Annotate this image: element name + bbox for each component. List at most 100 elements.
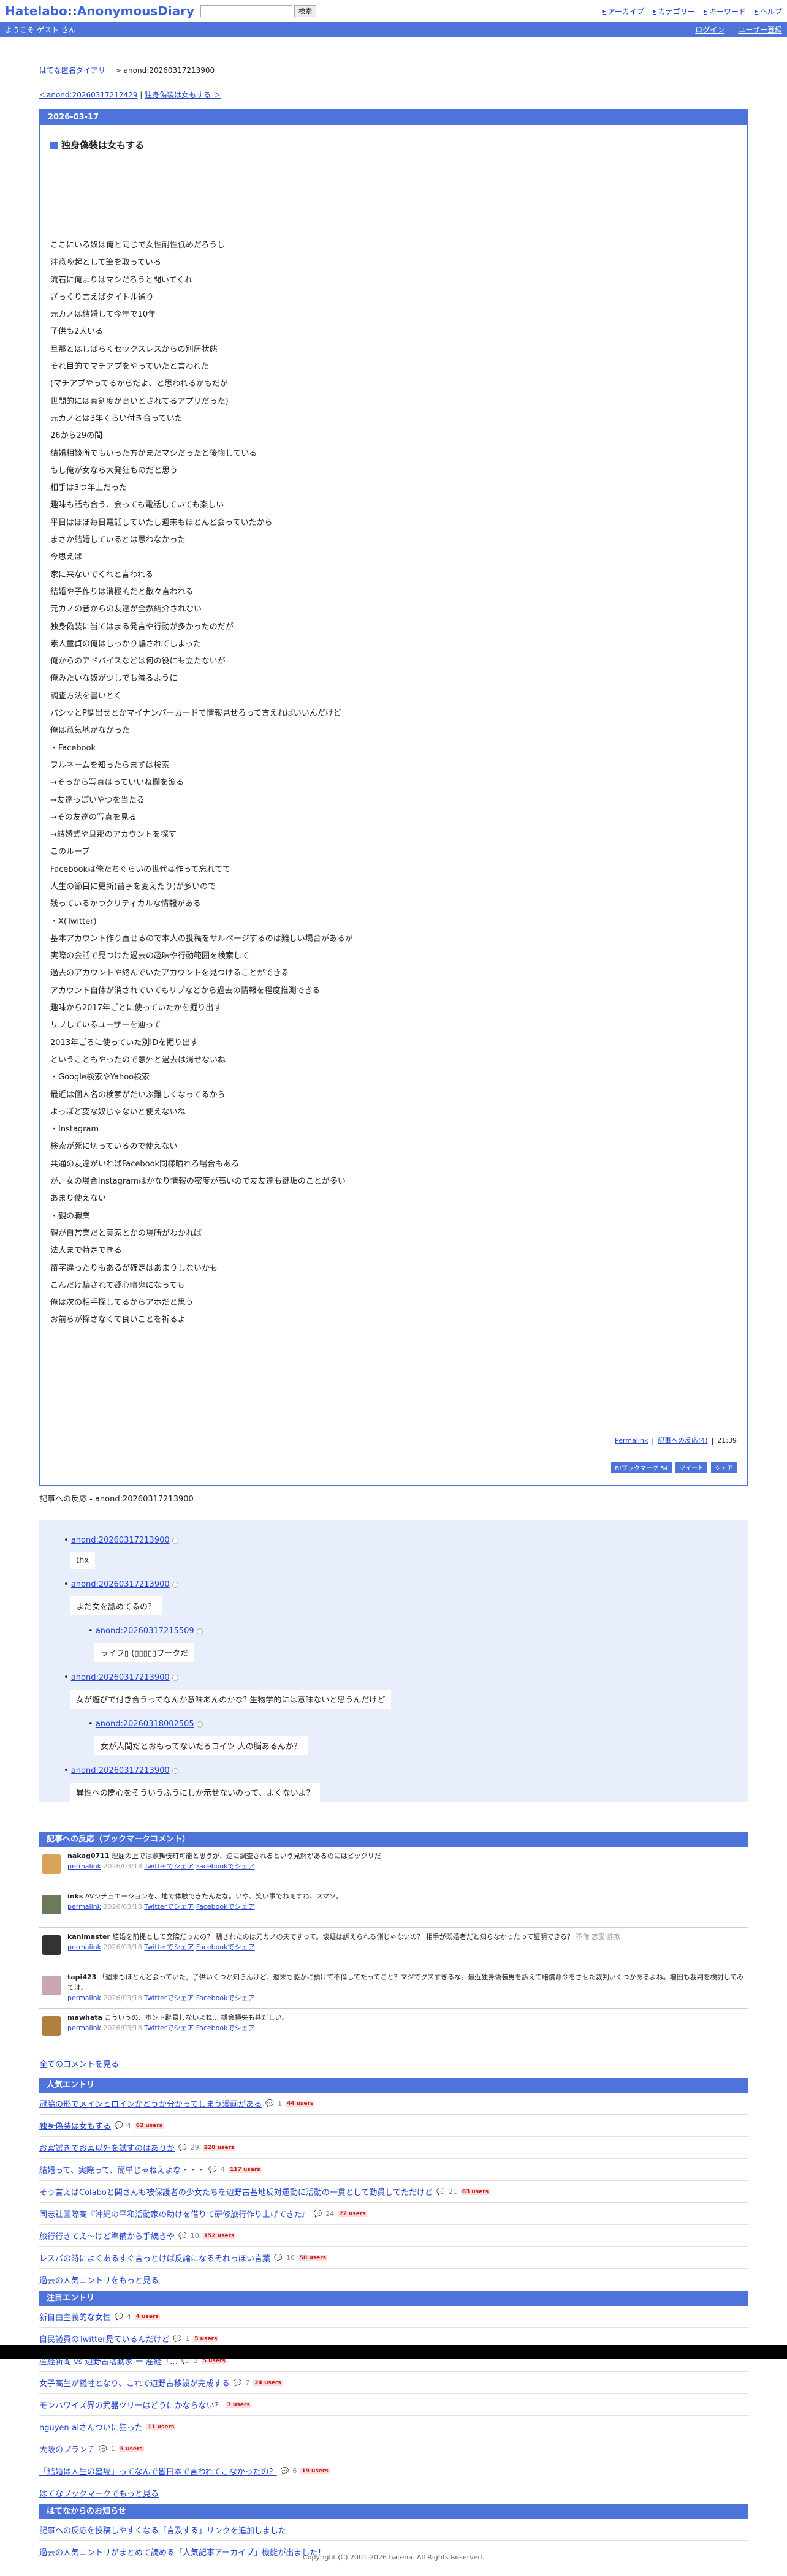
reaction-child: • anond:20260317215509 ライフ▯ (▯▯▯▯▯ワークだ xyxy=(88,1626,748,1662)
entry-link[interactable]: お宮試きでお宮以外を試すのはありか xyxy=(39,2142,175,2153)
reaction-link[interactable]: anond:20260317213900 xyxy=(71,1536,170,1545)
next-entry-link[interactable]: 独身偽装は女もする ＞ xyxy=(145,91,221,99)
users-count[interactable]: 4 users xyxy=(134,2313,160,2320)
users-count[interactable]: 152 users xyxy=(202,2232,236,2239)
reaction-bubble-wrap: 女が人間だとおもってないだろコイツ 人の脳あるんか？ xyxy=(88,1729,748,1755)
expand-icon[interactable] xyxy=(172,1581,178,1588)
entry-link[interactable]: そう言えばColaboと関さんも被保護者の少女たちを辺野古基地反対運動に活動の一… xyxy=(39,2186,433,2197)
breadcrumb-current: anond:20260317213900 xyxy=(123,66,215,75)
avatar[interactable] xyxy=(42,2016,61,2036)
users-count[interactable]: 5 users xyxy=(118,2446,144,2452)
bookmark-user[interactable]: kanimaster xyxy=(67,1933,110,1941)
users-count[interactable]: 5 users xyxy=(193,2335,219,2342)
entry-link[interactable]: モンハワイズ界の武器ツリーはどうにかならない？ xyxy=(39,2399,222,2411)
expand-icon[interactable] xyxy=(196,1721,203,1728)
twitter-share-link[interactable]: Twitterでシェア xyxy=(144,1862,194,1870)
popular-more-link[interactable]: 過去の人気エントリをもっと見る xyxy=(39,2274,159,2286)
reaction-link[interactable]: anond:20260317213900 xyxy=(71,1580,170,1589)
nav-category[interactable]: ▸ カテゴリー xyxy=(653,6,695,17)
search-button[interactable]: 検索 xyxy=(294,5,317,17)
register-link[interactable]: ユーザー登録 xyxy=(738,25,782,35)
reaction-link[interactable]: anond:20260317213900 xyxy=(71,1766,170,1775)
bookmark-user[interactable]: inks xyxy=(67,1892,83,1900)
entry-link[interactable]: 同志社国際高『沖縄の平和活動家の助けを借りて研修旅行作り上げてきた』 xyxy=(39,2208,310,2219)
twitter-share-link[interactable]: Twitterでシェア xyxy=(144,1943,194,1951)
users-count[interactable]: 7 users xyxy=(226,2401,251,2408)
prev-entry-link[interactable]: ＜anond:20260317212429 xyxy=(39,91,137,99)
entry-link[interactable]: 結婚って、実際って、簡単じゃねえよな・・・ xyxy=(39,2164,205,2175)
entry-row: モンハワイズ界の武器ツリーはどうにかならない？ 7 users xyxy=(39,2394,748,2416)
article-line: ということもやったので意外と過去は消せないね xyxy=(50,1055,226,1065)
avatar[interactable] xyxy=(42,1854,61,1874)
nav-keyword[interactable]: ▸ キーワード xyxy=(704,6,746,17)
users-count[interactable]: 24 users xyxy=(253,2379,283,2386)
entry-link[interactable]: 「結婚は人生の墓場」ってなんで皆日本で言われてこなかったの？ xyxy=(39,2465,277,2477)
entry-link[interactable]: 旅行行きてえ〜けど準備から手続きや xyxy=(39,2230,175,2242)
bookmark-user[interactable]: mawhata xyxy=(67,2014,102,2022)
bookmark-comment: nakag0711 理屈の上では歌舞伎町可能と思うが、逆に調査されるという見解が… xyxy=(39,1847,748,1887)
bookmark-user[interactable]: nakag0711 xyxy=(67,1852,109,1860)
bookmark-permalink[interactable]: permalink xyxy=(67,1862,101,1870)
login-link[interactable]: ログイン xyxy=(695,25,724,35)
users-count[interactable]: 117 users xyxy=(229,2166,262,2173)
facebook-share-link[interactable]: Facebookでシェア xyxy=(196,1903,255,1911)
facebook-share-link[interactable]: Facebookでシェア xyxy=(196,2024,255,2032)
users-count[interactable]: 228 users xyxy=(202,2144,236,2151)
hatena-bookmark-button[interactable]: B!ブックマーク 54 xyxy=(611,1462,672,1473)
twitter-share-link[interactable]: Twitterでシェア xyxy=(144,2024,194,2032)
popular-entries: 冠脇の形でメインヒロインかどうか分かってしまう漫画がある 💬 1 44 users 独身… xyxy=(39,2093,748,2269)
entry-link[interactable]: 冠脇の形でメインヒロインかどうか分かってしまう漫画がある xyxy=(39,2098,262,2109)
article-line: 26から29の間 xyxy=(50,431,103,441)
reaction-item: • anond:20260317213900 異性への関心をそういうふうにしか示せ… xyxy=(64,1766,748,1802)
users-count[interactable]: 19 users xyxy=(300,2468,330,2474)
site-logo[interactable]: Hatelabo::AnonymousDiary xyxy=(5,4,194,18)
permalink-link[interactable]: Permalink xyxy=(615,1437,648,1445)
hot-more-link[interactable]: はてなブックマークでもっと見る xyxy=(39,2487,159,2499)
reaction-child-link[interactable]: anond:20260317215509 xyxy=(96,1626,194,1636)
entry-link[interactable]: レスバの時によくあるすぐ言っとけば反論になるそれっぽい言葉 xyxy=(39,2252,270,2264)
expand-icon[interactable] xyxy=(172,1674,178,1681)
users-count[interactable]: 72 users xyxy=(338,2210,367,2217)
users-count[interactable]: 11 users xyxy=(146,2423,176,2430)
twitter-share-link[interactable]: Twitterでシェア xyxy=(144,1994,194,2002)
avatar[interactable] xyxy=(42,1895,61,1914)
avatar[interactable] xyxy=(42,1935,61,1955)
entry-link[interactable]: 自民議員のTwitter見ているんだけど xyxy=(39,2333,170,2344)
bookmark-user[interactable]: tapi423 xyxy=(67,1973,96,1981)
entry-link[interactable]: 新自由主義的な女性 xyxy=(39,2311,111,2322)
bookmark-permalink[interactable]: permalink xyxy=(67,1903,101,1911)
nav-archive[interactable]: ▸ アーカイブ xyxy=(603,6,644,17)
expand-icon[interactable] xyxy=(172,1767,178,1774)
users-count[interactable]: 44 users xyxy=(286,2100,315,2107)
nav-help[interactable]: ▸ ヘルプ xyxy=(755,6,782,17)
reaction-child-link[interactable]: anond:20260318002505 xyxy=(96,1720,194,1729)
entry-link[interactable]: 女子高生が犠牲となり、これで辺野古移設が完成する xyxy=(39,2377,230,2389)
users-count[interactable]: 5 users xyxy=(201,2357,227,2364)
facebook-share-link[interactable]: Facebookでシェア xyxy=(196,1862,255,1870)
facebook-share-button[interactable]: シェア xyxy=(711,1462,737,1473)
footer-sep: | xyxy=(652,1436,654,1445)
expand-icon[interactable] xyxy=(196,1628,203,1634)
reaction-link[interactable]: 記事への反応(4) xyxy=(658,1435,708,1445)
entry-link[interactable]: nguyen-aiさんついに狂った xyxy=(39,2421,143,2433)
expand-icon[interactable] xyxy=(172,1537,178,1544)
facebook-share-link[interactable]: Facebookでシェア xyxy=(196,1994,255,2002)
entry-link[interactable]: 独身偽装は女もする xyxy=(39,2120,111,2131)
breadcrumb-home[interactable]: はてな匿名ダイアリー xyxy=(39,66,113,75)
notice-item[interactable]: 記事への反応を投稿しやすくなる「言及する」リンクを追加しました xyxy=(39,2524,286,2536)
entry-link[interactable]: 大阪のプランチ xyxy=(39,2443,95,2455)
bookmark-permalink[interactable]: permalink xyxy=(67,2024,101,2032)
article-time: 21:39 xyxy=(717,1436,737,1445)
avatar[interactable] xyxy=(42,1976,61,1995)
bookmark-permalink[interactable]: permalink xyxy=(67,1994,101,2002)
users-count[interactable]: 62 users xyxy=(134,2122,164,2129)
bookmark-permalink[interactable]: permalink xyxy=(67,1943,101,1951)
twitter-share-link[interactable]: Twitterでシェア xyxy=(144,1903,194,1911)
users-count[interactable]: 63 users xyxy=(460,2188,490,2195)
all-comments-link[interactable]: 全てのコメントを見る xyxy=(39,2060,119,2069)
search-input[interactable] xyxy=(200,5,293,17)
facebook-share-link[interactable]: Facebookでシェア xyxy=(196,1943,255,1951)
users-count[interactable]: 58 users xyxy=(298,2254,328,2261)
tweet-button[interactable]: ツイート xyxy=(675,1462,707,1473)
reaction-link[interactable]: anond:20260317213900 xyxy=(71,1673,170,1682)
